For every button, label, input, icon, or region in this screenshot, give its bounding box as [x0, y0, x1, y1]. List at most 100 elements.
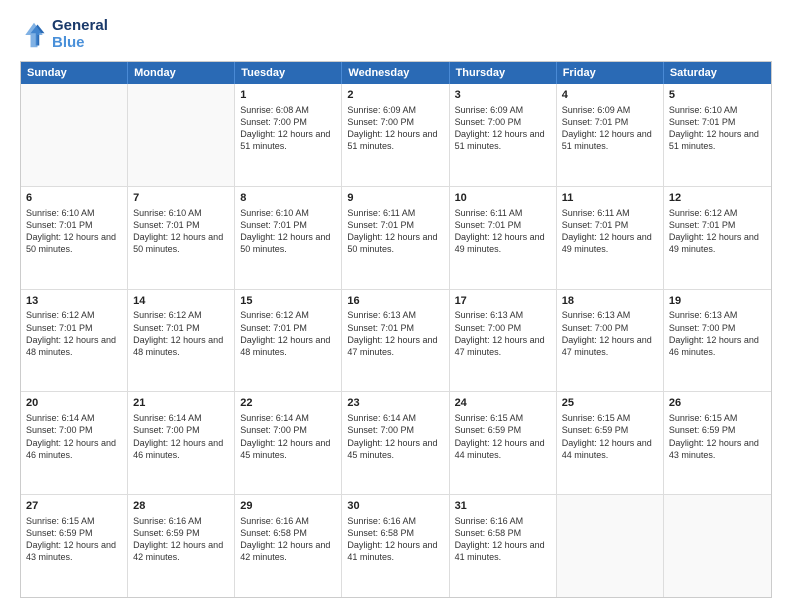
weekday-header-saturday: Saturday: [664, 62, 771, 84]
calendar-day-5: 5Sunrise: 6:10 AM Sunset: 7:01 PM Daylig…: [664, 84, 771, 186]
calendar-day-19: 19Sunrise: 6:13 AM Sunset: 7:00 PM Dayli…: [664, 290, 771, 392]
day-info: Sunrise: 6:13 AM Sunset: 7:00 PM Dayligh…: [669, 309, 766, 358]
calendar-header: SundayMondayTuesdayWednesdayThursdayFrid…: [21, 62, 771, 84]
calendar-day-27: 27Sunrise: 6:15 AM Sunset: 6:59 PM Dayli…: [21, 495, 128, 597]
calendar-day-26: 26Sunrise: 6:15 AM Sunset: 6:59 PM Dayli…: [664, 392, 771, 494]
logo: GeneralBlue: [20, 18, 108, 51]
calendar-day-1: 1Sunrise: 6:08 AM Sunset: 7:00 PM Daylig…: [235, 84, 342, 186]
day-number: 14: [133, 294, 229, 309]
day-number: 30: [347, 499, 443, 514]
day-number: 3: [455, 88, 551, 103]
day-number: 1: [240, 88, 336, 103]
day-info: Sunrise: 6:12 AM Sunset: 7:01 PM Dayligh…: [240, 309, 336, 358]
calendar-day-15: 15Sunrise: 6:12 AM Sunset: 7:01 PM Dayli…: [235, 290, 342, 392]
day-info: Sunrise: 6:14 AM Sunset: 7:00 PM Dayligh…: [347, 412, 443, 461]
day-info: Sunrise: 6:11 AM Sunset: 7:01 PM Dayligh…: [455, 207, 551, 256]
day-info: Sunrise: 6:08 AM Sunset: 7:00 PM Dayligh…: [240, 104, 336, 153]
day-info: Sunrise: 6:15 AM Sunset: 6:59 PM Dayligh…: [562, 412, 658, 461]
logo-icon: [20, 21, 48, 49]
calendar-day-14: 14Sunrise: 6:12 AM Sunset: 7:01 PM Dayli…: [128, 290, 235, 392]
day-info: Sunrise: 6:10 AM Sunset: 7:01 PM Dayligh…: [240, 207, 336, 256]
calendar-day-2: 2Sunrise: 6:09 AM Sunset: 7:00 PM Daylig…: [342, 84, 449, 186]
day-info: Sunrise: 6:15 AM Sunset: 6:59 PM Dayligh…: [669, 412, 766, 461]
day-number: 16: [347, 294, 443, 309]
calendar-empty-cell: [664, 495, 771, 597]
day-number: 31: [455, 499, 551, 514]
day-info: Sunrise: 6:12 AM Sunset: 7:01 PM Dayligh…: [133, 309, 229, 358]
day-number: 26: [669, 396, 766, 411]
day-number: 10: [455, 191, 551, 206]
day-info: Sunrise: 6:09 AM Sunset: 7:00 PM Dayligh…: [455, 104, 551, 153]
day-info: Sunrise: 6:13 AM Sunset: 7:00 PM Dayligh…: [562, 309, 658, 358]
day-number: 8: [240, 191, 336, 206]
day-number: 21: [133, 396, 229, 411]
calendar-week-5: 27Sunrise: 6:15 AM Sunset: 6:59 PM Dayli…: [21, 495, 771, 597]
weekday-header-thursday: Thursday: [450, 62, 557, 84]
day-info: Sunrise: 6:13 AM Sunset: 7:01 PM Dayligh…: [347, 309, 443, 358]
day-info: Sunrise: 6:15 AM Sunset: 6:59 PM Dayligh…: [455, 412, 551, 461]
calendar-day-31: 31Sunrise: 6:16 AM Sunset: 6:58 PM Dayli…: [450, 495, 557, 597]
day-number: 27: [26, 499, 122, 514]
weekday-header-friday: Friday: [557, 62, 664, 84]
day-info: Sunrise: 6:11 AM Sunset: 7:01 PM Dayligh…: [562, 207, 658, 256]
calendar-day-13: 13Sunrise: 6:12 AM Sunset: 7:01 PM Dayli…: [21, 290, 128, 392]
day-number: 15: [240, 294, 336, 309]
calendar-empty-cell: [557, 495, 664, 597]
day-number: 5: [669, 88, 766, 103]
calendar-day-29: 29Sunrise: 6:16 AM Sunset: 6:58 PM Dayli…: [235, 495, 342, 597]
day-info: Sunrise: 6:10 AM Sunset: 7:01 PM Dayligh…: [133, 207, 229, 256]
calendar-day-18: 18Sunrise: 6:13 AM Sunset: 7:00 PM Dayli…: [557, 290, 664, 392]
weekday-header-wednesday: Wednesday: [342, 62, 449, 84]
day-number: 13: [26, 294, 122, 309]
calendar-empty-cell: [128, 84, 235, 186]
page: GeneralBlue SundayMondayTuesdayWednesday…: [0, 0, 792, 612]
day-number: 6: [26, 191, 122, 206]
day-info: Sunrise: 6:16 AM Sunset: 6:58 PM Dayligh…: [455, 515, 551, 564]
day-number: 12: [669, 191, 766, 206]
calendar-day-6: 6Sunrise: 6:10 AM Sunset: 7:01 PM Daylig…: [21, 187, 128, 289]
calendar-day-9: 9Sunrise: 6:11 AM Sunset: 7:01 PM Daylig…: [342, 187, 449, 289]
calendar-day-3: 3Sunrise: 6:09 AM Sunset: 7:00 PM Daylig…: [450, 84, 557, 186]
day-info: Sunrise: 6:12 AM Sunset: 7:01 PM Dayligh…: [669, 207, 766, 256]
day-number: 23: [347, 396, 443, 411]
calendar-day-16: 16Sunrise: 6:13 AM Sunset: 7:01 PM Dayli…: [342, 290, 449, 392]
calendar: SundayMondayTuesdayWednesdayThursdayFrid…: [20, 61, 772, 598]
day-number: 9: [347, 191, 443, 206]
day-number: 7: [133, 191, 229, 206]
day-info: Sunrise: 6:10 AM Sunset: 7:01 PM Dayligh…: [26, 207, 122, 256]
calendar-day-11: 11Sunrise: 6:11 AM Sunset: 7:01 PM Dayli…: [557, 187, 664, 289]
calendar-day-25: 25Sunrise: 6:15 AM Sunset: 6:59 PM Dayli…: [557, 392, 664, 494]
day-number: 22: [240, 396, 336, 411]
calendar-week-4: 20Sunrise: 6:14 AM Sunset: 7:00 PM Dayli…: [21, 392, 771, 495]
calendar-day-4: 4Sunrise: 6:09 AM Sunset: 7:01 PM Daylig…: [557, 84, 664, 186]
day-number: 11: [562, 191, 658, 206]
logo-text: GeneralBlue: [52, 18, 108, 51]
day-number: 19: [669, 294, 766, 309]
day-info: Sunrise: 6:16 AM Sunset: 6:58 PM Dayligh…: [240, 515, 336, 564]
day-number: 29: [240, 499, 336, 514]
day-info: Sunrise: 6:10 AM Sunset: 7:01 PM Dayligh…: [669, 104, 766, 153]
day-info: Sunrise: 6:14 AM Sunset: 7:00 PM Dayligh…: [133, 412, 229, 461]
day-info: Sunrise: 6:14 AM Sunset: 7:00 PM Dayligh…: [26, 412, 122, 461]
calendar-week-3: 13 Sunrise: 6:12 AM Sunset: 7:01 PM Dayli…: [21, 290, 771, 393]
calendar-day-23: 23Sunrise: 6:14 AM Sunset: 7:00 PM Dayli…: [342, 392, 449, 494]
calendar-day-22: 22Sunrise: 6:14 AM Sunset: 7:00 PM Dayli…: [235, 392, 342, 494]
calendar-day-21: 21Sunrise: 6:14 AM Sunset: 7:00 PM Dayli…: [128, 392, 235, 494]
calendar-day-28: 28Sunrise: 6:16 AM Sunset: 6:59 PM Dayli…: [128, 495, 235, 597]
day-info: Sunrise: 6:14 AM Sunset: 7:00 PM Dayligh…: [240, 412, 336, 461]
weekday-header-tuesday: Tuesday: [235, 62, 342, 84]
day-number: 17: [455, 294, 551, 309]
calendar-day-17: 17Sunrise: 6:13 AM Sunset: 7:00 PM Dayli…: [450, 290, 557, 392]
calendar-body: 1Sunrise: 6:08 AM Sunset: 7:00 PM Daylig…: [21, 84, 771, 597]
day-number: 2: [347, 88, 443, 103]
calendar-empty-cell: [21, 84, 128, 186]
day-info: Sunrise: 6:09 AM Sunset: 7:00 PM Dayligh…: [347, 104, 443, 153]
day-info: Sunrise: 6:15 AM Sunset: 6:59 PM Dayligh…: [26, 515, 122, 564]
day-info: Sunrise: 6:16 AM Sunset: 6:58 PM Dayligh…: [347, 515, 443, 564]
calendar-week-1: 1Sunrise: 6:08 AM Sunset: 7:00 PM Daylig…: [21, 84, 771, 187]
day-number: 28: [133, 499, 229, 514]
weekday-header-sunday: Sunday: [21, 62, 128, 84]
day-number: 24: [455, 396, 551, 411]
calendar-day-7: 7Sunrise: 6:10 AM Sunset: 7:01 PM Daylig…: [128, 187, 235, 289]
weekday-header-monday: Monday: [128, 62, 235, 84]
